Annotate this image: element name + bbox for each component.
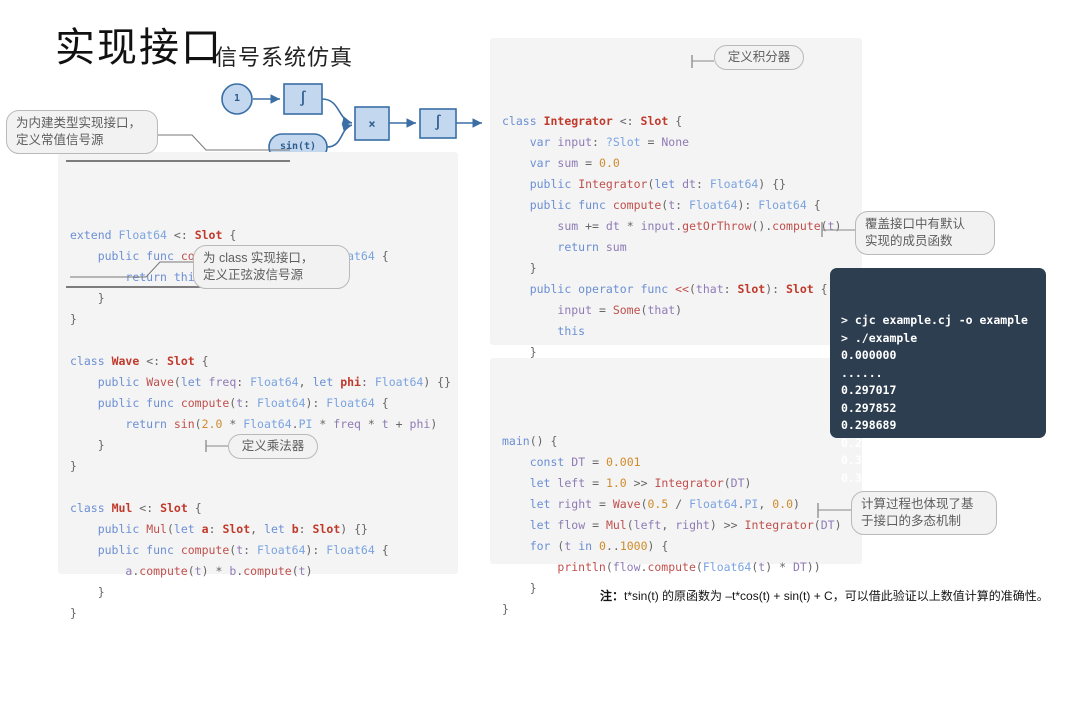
code-line: class Integrator <: Slot { [502,114,683,128]
code-line: input = Some(that) [557,303,683,317]
terminal-line: 0.300366 [841,453,897,467]
terminal-line: ...... [841,365,883,380]
callout-polymorphism: 计算过程也体现了基 于接口的多态机制 [851,491,997,535]
slide-root: 实现接口 信号系统仿真 1 ∫ × ∫ sin(t) extend Float6… [0,0,1080,648]
callout-class-interface: 为 class 实现接口， 定义正弦波信号源 [193,245,350,289]
code-main-lines: main() { const DT = 0.001 let left = 1.0… [490,400,862,662]
code-line: main() { [502,434,558,448]
terminal-line: 0.000000 [841,348,897,362]
terminal-line: 0.297017 [841,383,897,397]
code-line: for (t in 0..1000) { [529,539,669,553]
diagram-label-integrator1: ∫ [298,91,308,107]
code-line: a.compute(t) * b.compute(t) [125,564,313,578]
diagram-label-const: 1 [233,93,241,104]
code-block-main: main() { const DT = 0.001 let left = 1.0… [490,358,862,616]
code-line: var sum = 0.0 [529,156,620,170]
code-block-integrator: class Integrator <: Slot { var input: ?S… [490,38,862,380]
footer-note-prefix: 注： [600,589,625,603]
code-line: public func compute(t: Float64): Float64… [97,543,389,557]
footer-note-text: t*sin(t) 的原函数为 –t*cos(t) + sin(t) + C，可以… [624,589,1049,603]
code-line: return sum [557,240,627,254]
code-line: public Wave(let freq: Float64, let phi: … [97,375,452,389]
code-line: extend Float64 <: Slot { [70,228,237,242]
code-line: sum += dt * input.getOrThrow().compute(t… [557,219,842,233]
code-line: } [70,459,77,473]
code-line: let right = Wave(0.5 / Float64.PI, 0.0) [529,497,800,511]
diagram-label-sin: sin(t) [279,141,317,152]
code-line: return sin(2.0 * Float64.PI * freq * t +… [125,417,438,431]
footer-note: 注：t*sin(t) 的原函数为 –t*cos(t) + sin(t) + C，… [600,588,1070,604]
code-line: public Mul(let a: Slot, let b: Slot) {} [97,522,368,536]
code-line: class Mul <: Slot { [70,501,202,515]
page-title: 实现接口 [55,25,223,70]
code-line: public Integrator(let dt: Float64) {} [529,177,786,191]
terminal-line: > ./example [841,330,918,345]
code-line: } [70,606,77,620]
terminal-line: > cjc example.cj -o example [841,313,1028,327]
terminal-output: > cjc example.cj -o example > ./example 0.… [830,268,1046,485]
callout-extend-interface: 为内建类型实现接口， 定义常值信号源 [6,110,158,154]
code-line: println(flow.compute(Float64(t) * DT)) [557,560,821,574]
terminal-line: 0.299527 [841,435,897,450]
code-line: var input: ?Slot = None [529,135,690,149]
code-line: class Wave <: Slot { [70,354,209,368]
terminal-line: 0.297852 [841,400,897,415]
terminal-line: 0.301207 [841,470,897,485]
code-line: } [70,312,77,326]
code-line: public func compute(t: Float64): Float64… [529,198,821,212]
code-line: const DT = 0.001 [529,455,641,469]
diagram-label-integrator2: ∫ [433,115,443,131]
terminal-line: 0.298689 [841,418,897,432]
code-line: public operator func <<(that: Slot): Slo… [529,282,828,296]
callout-integrator: 定义积分器 [714,45,804,70]
diagram-edge-sin-to-mul [326,122,353,148]
callout-multiplier: 定义乘法器 [228,434,318,459]
diagram-label-mul: × [368,117,376,131]
code-line: } [97,585,105,599]
diagram-edge-integ1-to-mul [321,98,353,126]
code-line: let flow = Mul(left, right) >> Integrato… [529,518,842,532]
code-line: public func compute(t: Float64): Float64… [97,396,389,410]
page-subtitle: 信号系统仿真 [215,45,354,70]
code-line: } [529,261,537,275]
code-line: this [557,324,586,338]
code-block-left: extend Float64 <: Slot { public func com… [58,152,458,620]
callout-override-member: 覆盖接口中有默认 实现的成员函数 [855,211,995,255]
code-line: } [97,291,105,305]
code-line: let left = 1.0 >> Integrator(DT) [529,476,752,490]
